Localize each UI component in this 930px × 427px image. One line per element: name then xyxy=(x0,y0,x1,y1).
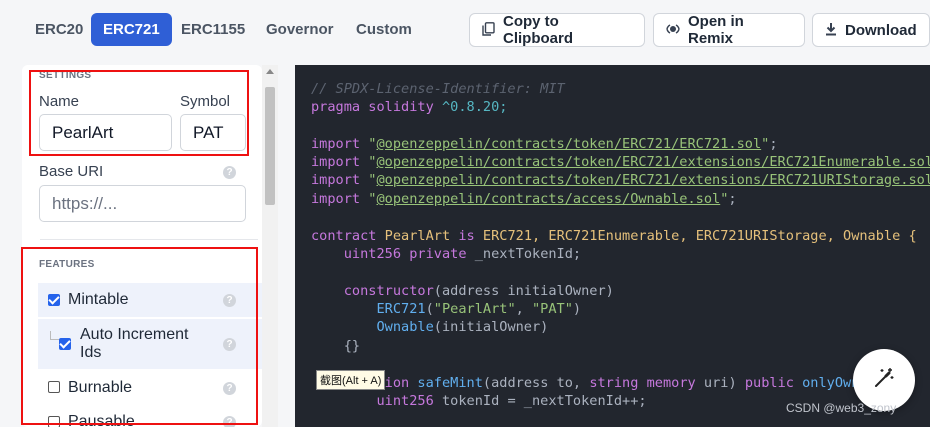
features-highlight-box xyxy=(21,247,258,425)
screenshot-tooltip: 截图(Alt + A) xyxy=(316,370,386,390)
remix-label: Open in Remix xyxy=(688,13,744,47)
code-contract-line: contract PearlArt is ERC721, ERC721Enume… xyxy=(311,228,917,244)
sidebar-scrollbar[interactable] xyxy=(262,65,278,427)
magic-wand-icon xyxy=(873,367,895,394)
download-button[interactable]: Download xyxy=(812,13,930,47)
settings-highlight-box xyxy=(29,70,249,156)
code-import-line: import "@openzeppelin/contracts/token/ER… xyxy=(311,136,778,152)
tab-erc20[interactable]: ERC20 xyxy=(23,13,95,46)
tab-erc721[interactable]: ERC721 xyxy=(91,13,172,46)
download-label: Download xyxy=(845,21,917,39)
code-counter-line: uint256 private _nextTokenId; xyxy=(343,246,582,262)
code-erc721-call-line: ERC721("PearlArt", "PAT") xyxy=(376,301,582,317)
code-ownable-call-line: Ownable(initialOwner) xyxy=(376,319,549,335)
copy-to-clipboard-button[interactable]: Copy to Clipboard xyxy=(469,13,645,47)
copy-icon xyxy=(482,21,495,39)
code-constructor-line: constructor(address initialOwner) xyxy=(343,283,614,299)
tab-erc1155[interactable]: ERC1155 xyxy=(169,13,257,46)
base-uri-help-icon[interactable]: ? xyxy=(223,166,236,179)
base-uri-field[interactable]: https://... xyxy=(39,185,246,222)
remix-icon xyxy=(666,22,680,38)
download-icon xyxy=(825,22,837,39)
code-license-line: // SPDX-License-Identifier: MIT xyxy=(311,81,565,97)
code-braces-line: {} xyxy=(343,338,361,354)
code-safemint-line: function safeMint(address to, string mem… xyxy=(344,375,876,391)
code-panel[interactable]: // SPDX-License-Identifier: MIT pragma s… xyxy=(295,65,930,427)
scrollbar-thumb[interactable] xyxy=(265,87,275,205)
top-bar: ERC20 ERC721 ERC1155 Governor Custom Cop… xyxy=(0,0,930,62)
copy-label: Copy to Clipboard xyxy=(503,13,573,47)
section-divider xyxy=(40,239,258,240)
open-in-remix-button[interactable]: Open in Remix xyxy=(653,13,805,47)
code-import-line: import "@openzeppelin/contracts/access/O… xyxy=(311,191,737,207)
scroll-up-arrow-icon[interactable] xyxy=(266,69,274,74)
code-token-id-line: uint256 tokenId = _nextTokenId++; xyxy=(376,393,647,409)
base-uri-label: Base URI xyxy=(39,163,104,180)
watermark: CSDN @web3_zony xyxy=(786,401,897,415)
code-import-line: import "@openzeppelin/contracts/token/ER… xyxy=(311,154,930,170)
code-pragma-line: pragma solidity ^0.8.20; xyxy=(311,99,508,115)
tab-governor[interactable]: Governor xyxy=(254,13,346,46)
code-import-line: import "@openzeppelin/contracts/token/ER… xyxy=(311,172,930,188)
tab-custom[interactable]: Custom xyxy=(344,13,424,46)
